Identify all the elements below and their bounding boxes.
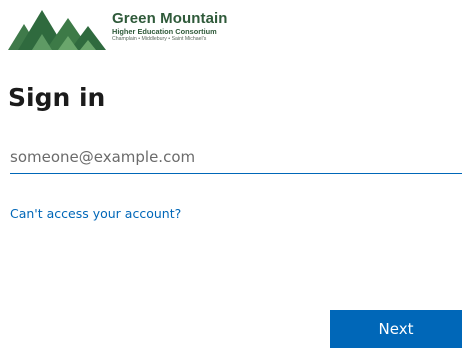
sign-in-page: Green Mountain Higher Education Consorti… (0, 0, 462, 348)
mountains-logo-icon (8, 10, 106, 50)
logo-subtitle: Higher Education Consortium (112, 27, 217, 36)
page-title: Sign in (8, 83, 106, 112)
organization-logo: Green Mountain Higher Education Consorti… (8, 6, 238, 56)
logo-title: Green Mountain (112, 10, 228, 27)
email-field[interactable] (10, 140, 462, 174)
logo-text: Green Mountain Higher Education Consorti… (112, 11, 238, 43)
next-button[interactable]: Next (330, 310, 462, 348)
cant-access-account-link[interactable]: Can't access your account? (10, 206, 181, 222)
logo-campuses: Champlain • Middlebury • Saint Michael's (112, 36, 207, 42)
